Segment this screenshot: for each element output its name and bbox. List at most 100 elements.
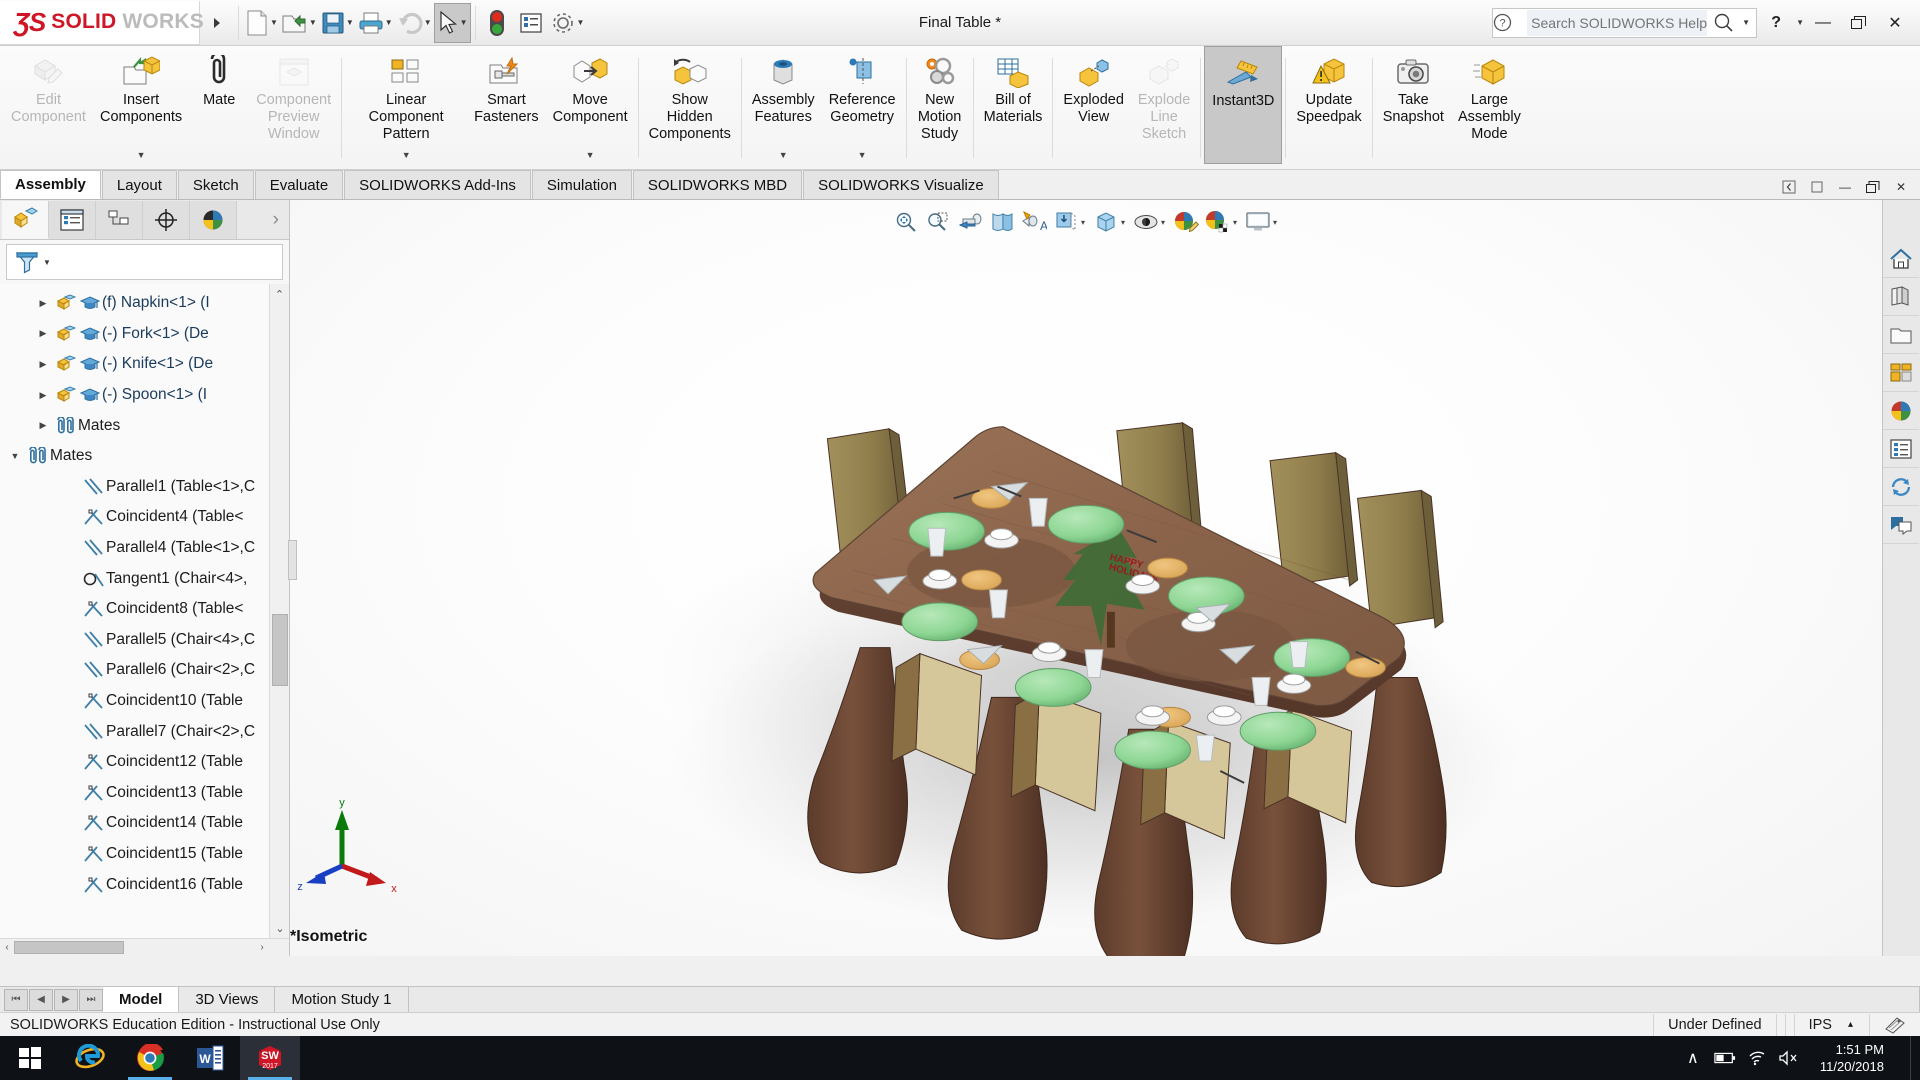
dimxpert-manager-tab[interactable] xyxy=(143,200,190,239)
internet-explorer-button[interactable] xyxy=(60,1036,120,1080)
solidworks-button[interactable]: SW 2017 xyxy=(240,1036,300,1080)
tree-node[interactable]: Coincident16 (Table xyxy=(0,869,289,900)
tree-node[interactable]: ▶ (f) Napkin<1> (I xyxy=(0,288,289,319)
ribbon-bill-of-materials[interactable]: Bill of Materials xyxy=(977,46,1050,164)
command-tab-assembly[interactable]: Assembly xyxy=(0,170,101,199)
feature-manager-tab[interactable] xyxy=(2,200,49,239)
ribbon-instant3d[interactable]: Instant3D xyxy=(1204,46,1283,164)
assembly-model-3d[interactable]: HAPPY HOLIDAYS xyxy=(290,200,1882,956)
ribbon-item-dropdown[interactable]: ▼ xyxy=(858,150,867,160)
feature-tree-hscrollbar[interactable]: ‹ › xyxy=(0,938,289,956)
chevron-right-icon[interactable]: ▶ xyxy=(32,298,54,309)
ribbon-reference-geometry[interactable]: Reference Geometry ▼ xyxy=(822,46,903,164)
ribbon-mate[interactable]: Mate xyxy=(189,46,249,164)
panel-resize-grip[interactable] xyxy=(288,540,297,580)
graphics-viewport[interactable]: A ▾ ▾ ▾ ▾ ▾ HAPPY HOLIDAYS y x z *Isomet… xyxy=(290,200,1882,956)
ribbon-insert-components[interactable]: Insert Components ▼ xyxy=(93,46,189,164)
ribbon-exploded-view[interactable]: Exploded View xyxy=(1056,46,1130,164)
document-tab-model[interactable]: Model xyxy=(103,987,180,1012)
feature-tree-vscrollbar[interactable]: ⌃ ⌄ xyxy=(269,284,289,938)
ribbon-item-dropdown[interactable]: ▼ xyxy=(402,150,411,160)
tree-node[interactable]: Coincident8 (Table< xyxy=(0,594,289,625)
tree-node[interactable]: Parallel5 (Chair<4>,C xyxy=(0,625,289,656)
ribbon-item-dropdown[interactable]: ▼ xyxy=(137,150,146,160)
configuration-manager-tab[interactable] xyxy=(96,200,143,239)
wifi-icon[interactable] xyxy=(1746,1050,1768,1066)
ribbon-update-speedpak[interactable]: Update Speedpak xyxy=(1289,46,1368,164)
pin-button[interactable] xyxy=(1804,175,1830,199)
google-chrome-button[interactable] xyxy=(120,1036,180,1080)
restore-button[interactable] xyxy=(1842,6,1876,40)
tree-node[interactable]: Coincident10 (Table xyxy=(0,686,289,717)
ribbon-move-component[interactable]: Move Component ▼ xyxy=(546,46,635,164)
doc-close-button[interactable]: ✕ xyxy=(1888,175,1914,199)
microsoft-word-button[interactable]: W xyxy=(180,1036,240,1080)
tab-nav-button-2[interactable]: ▶ xyxy=(54,988,78,1011)
battery-icon[interactable] xyxy=(1714,1051,1736,1065)
tree-node[interactable]: Coincident15 (Table xyxy=(0,839,289,870)
ribbon-show-hidden[interactable]: Show Hidden Components xyxy=(642,46,738,164)
chevron-right-icon[interactable]: ▶ xyxy=(32,328,54,339)
status-overlay-icon[interactable] xyxy=(1869,1013,1920,1036)
ribbon-linear-pattern[interactable]: Linear Component Pattern ▼ xyxy=(345,46,467,164)
tray-chevron-icon[interactable]: ∧ xyxy=(1682,1048,1704,1068)
minimize-button[interactable]: — xyxy=(1806,6,1840,40)
help-button[interactable]: ? xyxy=(1759,6,1793,40)
volume-muted-icon[interactable] xyxy=(1778,1050,1800,1066)
design-library-icon[interactable] xyxy=(1883,278,1919,316)
command-tab-simulation[interactable]: Simulation xyxy=(531,170,632,199)
tree-scroll-thumb[interactable] xyxy=(272,614,288,686)
tab-nav-button-0[interactable]: ⏮ xyxy=(4,988,28,1011)
tree-hscroll-left[interactable]: ‹ xyxy=(0,942,14,953)
tree-node[interactable]: ▶ (-) Knife<1> (De xyxy=(0,349,289,380)
document-tab-motion-study-1[interactable]: Motion Study 1 xyxy=(275,987,409,1012)
view-palette-icon[interactable] xyxy=(1883,354,1919,392)
command-tab-layout[interactable]: Layout xyxy=(101,170,177,199)
tree-node[interactable]: Parallel7 (Chair<2>,C xyxy=(0,716,289,747)
solidworks-chat-icon[interactable] xyxy=(1883,506,1919,544)
file-explorer-icon[interactable] xyxy=(1883,316,1919,354)
ribbon-smart-fasteners[interactable]: Smart Fasteners xyxy=(467,46,545,164)
chevron-right-icon[interactable]: ▶ xyxy=(32,390,54,401)
tree-node[interactable]: Coincident14 (Table xyxy=(0,808,289,839)
property-manager-tab[interactable] xyxy=(49,200,96,239)
chevron-right-icon[interactable]: ▶ xyxy=(32,420,54,431)
tree-hscroll-thumb[interactable] xyxy=(14,941,124,954)
help-search-box[interactable]: ? ▼ xyxy=(1492,7,1758,38)
tree-hscroll-right[interactable]: › xyxy=(255,942,269,953)
tree-node[interactable]: ▶ (-) Spoon<1> (I xyxy=(0,380,289,411)
taskbar-clock[interactable]: 1:51 PM 11/20/2018 xyxy=(1810,1041,1894,1075)
close-button[interactable]: ✕ xyxy=(1878,6,1912,40)
command-tab-solidworks-visualize[interactable]: SOLIDWORKS Visualize xyxy=(803,170,999,199)
tree-node[interactable]: Parallel1 (Table<1>,C xyxy=(0,472,289,503)
doc-restore-button[interactable] xyxy=(1860,175,1886,199)
command-tab-solidworks-mbd[interactable]: SOLIDWORKS MBD xyxy=(632,170,803,199)
status-units[interactable]: IPS xyxy=(1793,1013,1846,1036)
pin-left-button[interactable] xyxy=(1776,175,1802,199)
tree-node[interactable]: Coincident12 (Table xyxy=(0,747,289,778)
help-caret[interactable]: ▼ xyxy=(1796,18,1804,27)
chevron-right-icon[interactable]: ▶ xyxy=(32,359,54,370)
tree-node[interactable]: ▶ (-) Fork<1> (De xyxy=(0,319,289,350)
tree-node[interactable]: ▶ Mates xyxy=(0,410,289,441)
tab-nav-button-1[interactable]: ◀ xyxy=(29,988,53,1011)
solidworks-forum-icon[interactable] xyxy=(1883,468,1919,506)
more-tabs-button[interactable]: › xyxy=(273,209,289,231)
command-tab-evaluate[interactable]: Evaluate xyxy=(254,170,344,199)
custom-properties-icon[interactable] xyxy=(1883,430,1919,468)
document-tab-3d-views[interactable]: 3D Views xyxy=(179,987,276,1012)
help-question-icon[interactable]: ? xyxy=(1493,13,1527,32)
ribbon-item-dropdown[interactable]: ▼ xyxy=(586,150,595,160)
filter-caret[interactable]: ▼ xyxy=(43,258,51,267)
command-tab-sketch[interactable]: Sketch xyxy=(177,170,254,199)
display-manager-tab[interactable] xyxy=(190,200,237,239)
tree-scroll-down-button[interactable]: ⌄ xyxy=(270,918,289,938)
command-tab-solidworks-add-ins[interactable]: SOLIDWORKS Add-Ins xyxy=(344,170,531,199)
chevron-down-icon[interactable]: ▼ xyxy=(4,451,26,461)
ribbon-large-assembly-mode[interactable]: Large Assembly Mode xyxy=(1451,46,1528,164)
ribbon-new-motion-study[interactable]: New Motion Study xyxy=(910,46,970,164)
start-button[interactable] xyxy=(0,1036,60,1080)
tree-node[interactable]: Parallel6 (Chair<2>,C xyxy=(0,655,289,686)
ribbon-assembly-features[interactable]: Assembly Features ▼ xyxy=(745,46,822,164)
doc-minimize-button[interactable]: — xyxy=(1832,175,1858,199)
